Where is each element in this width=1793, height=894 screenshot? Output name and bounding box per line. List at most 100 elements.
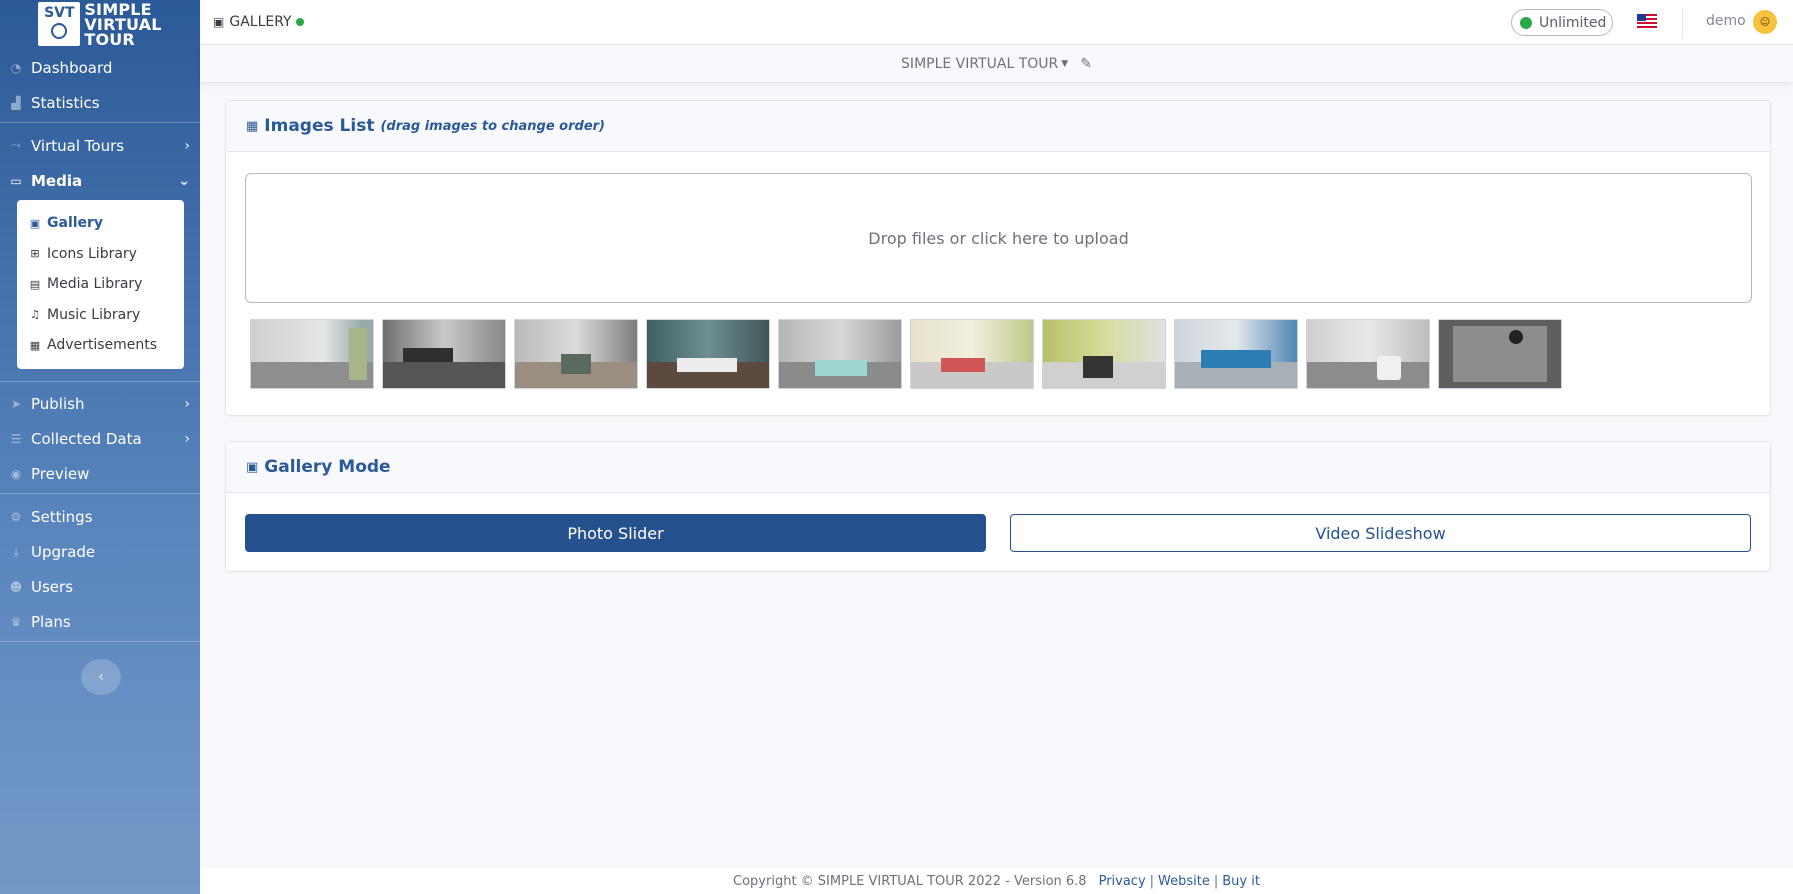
video-slideshow-button[interactable]: Video Slideshow <box>1010 514 1751 552</box>
cogs-icon: ⚙ <box>10 510 22 524</box>
footer-links: Privacy | Website | Buy it <box>1098 873 1260 889</box>
gallery-thumbnail[interactable] <box>1306 319 1430 389</box>
sidebar-item-users[interactable]: ☻ Users <box>0 570 200 605</box>
card-title: Gallery Mode <box>264 457 391 477</box>
icons-icon: ⊞ <box>30 247 40 261</box>
footer: Copyright © SIMPLE VIRTUAL TOUR 2022 - V… <box>200 868 1793 894</box>
sidebar-item-label: Collected Data <box>31 430 142 448</box>
chevron-right-icon: › <box>184 396 190 412</box>
database-icon: ☰ <box>10 432 22 446</box>
paper-plane-icon: ➤ <box>10 397 22 411</box>
edit-icon[interactable]: ✎ <box>1080 56 1092 72</box>
gallery-thumbnail[interactable] <box>250 319 374 389</box>
brand-logo: SVT <box>38 2 81 46</box>
sidebar-item-upgrade[interactable]: ⤓ Upgrade <box>0 535 200 570</box>
submenu-item-media-library[interactable]: ▤ Media Library <box>17 269 184 300</box>
globe-icon <box>51 23 68 39</box>
sidebar-divider <box>0 492 200 494</box>
route-icon: ⤳ <box>11 138 21 152</box>
ad-icon: ▦ <box>29 338 41 352</box>
gallery-mode-buttons: Photo Slider Video Slideshow <box>245 514 1752 552</box>
sidebar-divider <box>0 122 200 123</box>
brand[interactable]: SVT SIMPLE VIRTUAL TOUR <box>0 0 200 48</box>
photo-video-icon: ▤ <box>29 277 41 291</box>
submenu-item-icons-library[interactable]: ⊞ Icons Library <box>17 239 184 270</box>
desktop-icon: ▭ <box>10 173 22 188</box>
music-icon: ♫ <box>30 308 40 322</box>
tour-selector[interactable]: SIMPLE VIRTUAL TOUR <box>901 56 1058 72</box>
submenu-item-music-library[interactable]: ♫ Music Library <box>17 300 184 331</box>
sidebar-item-label: Plans <box>31 613 71 631</box>
submenu-item-label: Gallery <box>47 215 104 232</box>
card-header: ▦ Images List (drag images to change ord… <box>226 101 1770 152</box>
images-list-card: ▦ Images List (drag images to change ord… <box>225 100 1771 416</box>
sidebar-item-label: Virtual Tours <box>31 136 125 155</box>
sidebar-item-collected-data[interactable]: ☰ Collected Data › <box>0 422 200 457</box>
caret-down-icon[interactable]: ▼ <box>1061 59 1068 69</box>
avatar[interactable]: ☺ <box>1753 10 1777 34</box>
sidebar-item-label: Dashboard <box>31 58 113 77</box>
privacy-link[interactable]: Privacy <box>1099 874 1146 889</box>
submenu-item-gallery[interactable]: ▣ Gallery <box>17 208 184 239</box>
buy-link[interactable]: Buy it <box>1222 874 1260 889</box>
sidebar-divider <box>0 380 200 382</box>
username[interactable]: demo <box>1706 13 1746 29</box>
sidebar-item-label: Statistics <box>31 93 100 112</box>
status-dot <box>295 18 304 26</box>
us-flag-icon[interactable] <box>1637 14 1657 28</box>
sidebar-item-dashboard[interactable]: ◔ Dashboard <box>0 50 200 85</box>
sidebar: SVT SIMPLE VIRTUAL TOUR ◔ Dashboard ▟ St… <box>0 0 200 894</box>
brand-logo-text: SVT <box>44 5 75 21</box>
sidebar-item-preview[interactable]: ◉ Preview <box>0 457 200 492</box>
submenu-item-label: Media Library <box>47 276 143 293</box>
chevron-down-icon: ⌄ <box>178 172 190 189</box>
gallery-thumbnail[interactable] <box>1438 319 1562 389</box>
chevron-left-icon: ‹ <box>98 669 104 685</box>
thumbnail-list <box>250 319 1562 389</box>
gallery-thumbnail[interactable] <box>382 319 506 389</box>
card-hint: (drag images to change order) <box>380 118 606 134</box>
download-icon: ⤓ <box>13 544 19 559</box>
copyright-text: Copyright © SIMPLE VIRTUAL TOUR 2022 - V… <box>733 873 1087 889</box>
sidebar-item-label: Media <box>31 171 83 190</box>
page-title: ▣ GALLERY <box>213 14 304 30</box>
dashboard-icon: ◔ <box>10 60 22 75</box>
photo-slider-button[interactable]: Photo Slider <box>245 514 986 552</box>
sidebar-item-publish[interactable]: ➤ Publish › <box>0 387 200 422</box>
sidebar-item-plans[interactable]: ♛ Plans <box>0 605 200 640</box>
brand-title: SIMPLE VIRTUAL TOUR <box>84 1 161 49</box>
status-dot <box>1520 16 1532 29</box>
submenu-item-label: Music Library <box>47 306 141 323</box>
gallery-thumbnail[interactable] <box>1042 319 1166 389</box>
users-icon: ☻ <box>9 580 23 594</box>
sidebar-item-settings[interactable]: ⚙ Settings <box>0 500 200 535</box>
submenu-item-label: Icons Library <box>47 245 137 262</box>
gallery-thumbnail[interactable] <box>646 319 770 389</box>
brand-title-line: TOUR <box>84 29 135 49</box>
website-link[interactable]: Website <box>1158 874 1210 889</box>
gallery-mode-card: ▣ Gallery Mode Photo Slider Video Slides… <box>225 441 1771 572</box>
sidebar-item-statistics[interactable]: ▟ Statistics <box>0 85 200 120</box>
chevron-right-icon: › <box>184 137 190 154</box>
submenu-item-advertisements[interactable]: ▦ Advertisements <box>17 330 184 361</box>
sidebar-item-label: Publish <box>31 395 85 413</box>
gallery-thumbnail[interactable] <box>910 319 1034 389</box>
chart-icon: ▟ <box>11 95 21 110</box>
gallery-thumbnail[interactable] <box>1174 319 1298 389</box>
card-title: Images List <box>264 116 375 136</box>
gallery-thumbnail[interactable] <box>778 319 902 389</box>
images-icon: ▣ <box>29 216 41 230</box>
tour-selector-bar: SIMPLE VIRTUAL TOUR ▼ ✎ <box>200 45 1793 83</box>
upload-dropzone[interactable]: Drop files or click here to upload <box>245 173 1752 303</box>
plan-badge-label: Unlimited <box>1539 14 1607 31</box>
page-title-text: GALLERY <box>229 14 292 30</box>
sidebar-toggle-button[interactable]: ‹ <box>81 659 121 695</box>
sidebar-item-virtual-tours[interactable]: ⤳ Virtual Tours › <box>0 128 200 163</box>
crown-icon: ♛ <box>10 615 22 629</box>
gallery-thumbnail[interactable] <box>514 319 638 389</box>
plan-badge[interactable]: Unlimited <box>1511 9 1613 36</box>
topbar-divider <box>1682 8 1683 38</box>
chevron-right-icon: › <box>184 431 190 447</box>
sidebar-item-label: Settings <box>31 508 93 526</box>
sidebar-item-media[interactable]: ▭ Media ⌄ <box>0 163 200 198</box>
